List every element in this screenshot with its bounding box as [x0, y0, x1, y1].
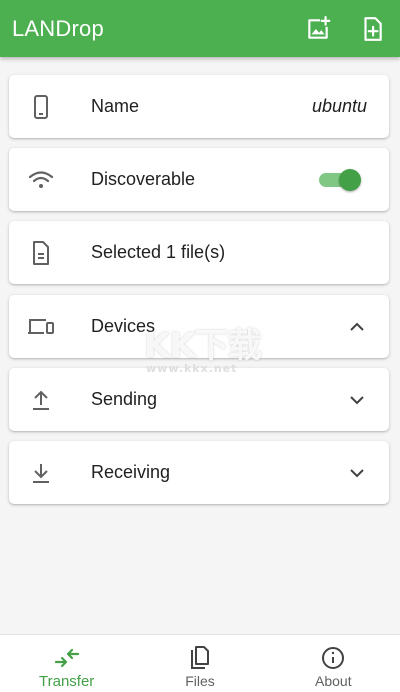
- add-file-button[interactable]: [354, 11, 390, 47]
- discoverable-label: Discoverable: [91, 169, 196, 189]
- collapse-devices-button[interactable]: [347, 317, 367, 337]
- upload-icon: [27, 386, 55, 414]
- receiving-card[interactable]: Receiving: [9, 441, 389, 504]
- download-icon: [27, 459, 55, 487]
- discoverable-toggle[interactable]: [319, 168, 361, 192]
- nav-about-label: About: [315, 673, 352, 689]
- toggle-thumb: [339, 168, 361, 191]
- devices-label: Devices: [91, 316, 156, 336]
- name-label: Name: [91, 96, 140, 116]
- add-file-icon: [364, 16, 382, 41]
- name-card[interactable]: Name ubuntu: [9, 75, 389, 138]
- selected-files-label: Selected 1 file(s): [91, 242, 226, 262]
- phone-icon: [27, 93, 55, 121]
- discoverable-card: Discoverable: [9, 148, 389, 211]
- chevron-down-icon: [350, 468, 364, 477]
- wifi-icon: [27, 166, 55, 194]
- expand-sending-button[interactable]: [347, 390, 367, 410]
- nav-files[interactable]: Files: [133, 635, 266, 692]
- expand-receiving-button[interactable]: [347, 463, 367, 483]
- receiving-label: Receiving: [91, 462, 171, 482]
- info-icon: [320, 645, 346, 671]
- app-bar: LANDrop: [0, 0, 400, 57]
- document-icon: [27, 239, 55, 267]
- nav-files-label: Files: [185, 673, 215, 689]
- device-name-value: ubuntu: [311, 96, 367, 116]
- nav-about[interactable]: About: [267, 635, 400, 692]
- swap-arrows-icon: [54, 645, 80, 671]
- app-bar-actions: [282, 11, 390, 47]
- nav-transfer-label: Transfer: [39, 673, 95, 690]
- devices-card[interactable]: Devices: [9, 295, 389, 358]
- bottom-navigation: Transfer Files About: [0, 634, 400, 692]
- files-icon: [187, 645, 213, 671]
- devices-icon: [27, 313, 55, 341]
- nav-transfer[interactable]: Transfer: [0, 635, 133, 692]
- sending-card[interactable]: Sending: [9, 368, 389, 431]
- add-photo-button[interactable]: [300, 11, 336, 47]
- chevron-up-icon: [350, 322, 364, 331]
- selected-files-card[interactable]: Selected 1 file(s): [9, 221, 389, 284]
- add-photo-icon: [308, 15, 331, 39]
- chevron-down-icon: [350, 395, 364, 404]
- sending-label: Sending: [91, 389, 158, 409]
- app-title: LANDrop: [12, 15, 104, 41]
